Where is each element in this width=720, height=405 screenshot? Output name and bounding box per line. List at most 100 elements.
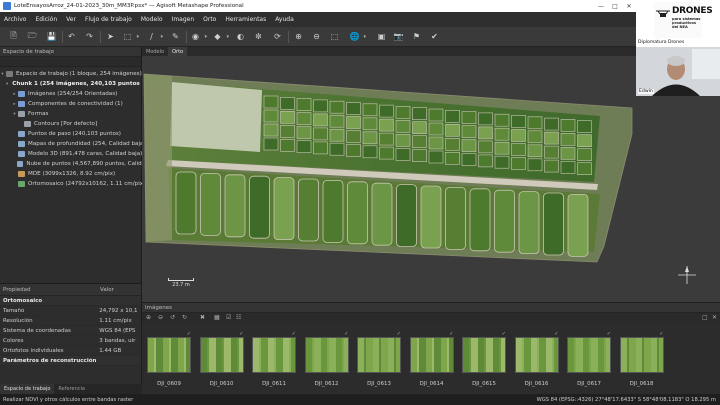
- property-column-header[interactable]: Propiedad: [0, 287, 100, 293]
- thumbnail-image[interactable]: [147, 337, 191, 373]
- rotate-right-icon[interactable]: ↻: [182, 314, 187, 321]
- property-section[interactable]: Ortomosaico: [0, 296, 141, 306]
- menu-imagen[interactable]: Imagen: [172, 16, 195, 23]
- remove-icon[interactable]: ✖: [200, 314, 205, 321]
- thumbnail-image[interactable]: [409, 337, 454, 373]
- close-button[interactable]: ✕: [622, 3, 636, 10]
- presenter-name: Edwin: [638, 89, 654, 94]
- chevron-icon[interactable]: ▾: [6, 82, 8, 87]
- tree-item[interactable]: ▸ Imágenes (254/254 Orientadas): [12, 89, 154, 99]
- tab-modelo[interactable]: Modelo: [142, 47, 168, 56]
- zoom-out-icon[interactable]: ⊖: [311, 31, 322, 42]
- grid-view-icon[interactable]: ▦: [214, 314, 220, 321]
- image-thumbnail[interactable]: ✓ DJI_0615: [462, 331, 506, 387]
- mark-icon[interactable]: ⚑: [411, 31, 422, 42]
- property-row[interactable]: Sistema de coordenadas WGS 84 (EPS: [0, 326, 141, 336]
- tree-item[interactable]: Ortomosaico (24792x10162, 1.11 cm/pix): [12, 179, 154, 189]
- open-folder-icon[interactable]: 🗁: [27, 31, 38, 42]
- image-thumbnail[interactable]: ✓ DJI_0618: [619, 331, 664, 387]
- menu-edicion[interactable]: Edición: [35, 16, 57, 23]
- thumbnail-image[interactable]: [357, 337, 401, 373]
- thumbnail-image[interactable]: [252, 337, 296, 373]
- image-thumbnail[interactable]: ✓ DJI_0610: [199, 331, 244, 387]
- tree-item[interactable]: ▾ Formas: [12, 109, 154, 119]
- color-wheel-icon[interactable]: ✼: [253, 31, 264, 42]
- menu-ver[interactable]: Ver: [66, 16, 76, 23]
- globe-icon[interactable]: 🌐: [349, 31, 366, 42]
- new-file-icon[interactable]: 🗎: [8, 31, 19, 42]
- thumbnail-image[interactable]: [514, 337, 559, 373]
- image-thumbnail[interactable]: ✓ DJI_0612: [304, 331, 349, 387]
- value-column-header[interactable]: Valor: [100, 287, 114, 293]
- menu-flujo-de-trabajo[interactable]: Flujo de trabajo: [85, 16, 132, 23]
- image-thumbnail[interactable]: ✓ DJI_0617: [567, 331, 611, 387]
- chevron-down-icon[interactable]: ▾: [0, 72, 5, 77]
- panel-restore-icon[interactable]: □: [702, 314, 708, 321]
- tree-item[interactable]: Puntos de paso (240,103 puntos): [12, 129, 154, 139]
- tree-item[interactable]: MDE (3099x1326, 8.92 cm/pix): [12, 169, 154, 179]
- save-icon[interactable]: 💾: [46, 31, 57, 42]
- checkbox-icon[interactable]: ☑: [226, 314, 231, 321]
- thumbnail-image[interactable]: [567, 337, 611, 373]
- rotate-left-icon[interactable]: ↺: [170, 314, 175, 321]
- property-row[interactable]: Ortofotos individuales 1.44 GB: [0, 346, 141, 356]
- minimize-button[interactable]: —: [594, 3, 608, 10]
- fullscreen-icon[interactable]: ▣: [376, 31, 387, 42]
- property-section[interactable]: Parámetros de reconstrucción: [0, 356, 141, 366]
- thumbnail-image[interactable]: [462, 337, 506, 373]
- zoom-out-icon[interactable]: ⊖: [158, 314, 163, 321]
- shape-icon[interactable]: ◆: [212, 31, 229, 42]
- image-thumbnail[interactable]: ✓ DJI_0616: [514, 331, 559, 387]
- brush-icon[interactable]: ◉: [190, 31, 207, 42]
- polyline-icon[interactable]: ∕: [146, 31, 163, 42]
- orthomosaic-image[interactable]: [142, 56, 720, 302]
- tree-root[interactable]: ▾ Espacio de trabajo (1 bloque, 254 imág…: [0, 69, 142, 79]
- panel-close-icon[interactable]: ✕: [712, 314, 717, 321]
- menu-modelo[interactable]: Modelo: [141, 16, 163, 23]
- field-plot: [577, 148, 592, 161]
- menu-archivo[interactable]: Archivo: [4, 16, 26, 23]
- tree-item[interactable]: Nube de puntos (4,567,890 puntos, Calida…: [12, 159, 154, 169]
- chevron-icon[interactable]: ▸: [12, 92, 17, 97]
- scale-bar: 23.7 m: [168, 278, 194, 288]
- tree-item[interactable]: Modelo 3D (891,478 caras, Calidad baja): [12, 149, 154, 159]
- thumbnail-image[interactable]: [619, 337, 664, 373]
- chevron-icon[interactable]: ▸: [12, 102, 17, 107]
- property-row[interactable]: Resolución 1.11 cm/pix: [0, 316, 141, 326]
- image-thumbnail[interactable]: ✓ DJI_0614: [409, 331, 454, 387]
- view-mode-icon[interactable]: ☷: [236, 314, 241, 321]
- contrast-icon[interactable]: ◐: [235, 31, 246, 42]
- ruler-icon[interactable]: ✎: [170, 31, 181, 42]
- rotate-icon[interactable]: ⟳: [272, 31, 283, 42]
- reset-view-icon[interactable]: ⬚: [329, 31, 340, 42]
- image-thumbnail[interactable]: ✓ DJI_0613: [357, 331, 401, 387]
- chevron-icon[interactable]: ▾: [12, 112, 17, 117]
- thumbnail-image[interactable]: [304, 337, 349, 373]
- navigation-icon[interactable]: ➤: [105, 31, 116, 42]
- tree-item[interactable]: Mapas de profundidad (254, Calidad baja,…: [12, 139, 154, 149]
- menu-herramientas[interactable]: Herramientas: [225, 16, 266, 23]
- image-thumbnail[interactable]: ✓ DJI_0609: [147, 331, 191, 387]
- tree-item[interactable]: ▸ Componentes de conectividad (1): [12, 99, 154, 109]
- undo-icon[interactable]: ↶: [66, 31, 77, 42]
- tree-item[interactable]: ▾ Chunk 1 (254 imágenes, 240,103 puntos d…: [6, 79, 148, 89]
- field-plot: [296, 98, 312, 111]
- image-thumbnail[interactable]: ✓ DJI_0611: [252, 331, 296, 387]
- tab-referencia[interactable]: Referencia: [54, 386, 89, 392]
- rectangle-select-icon[interactable]: ⬚: [122, 31, 139, 42]
- property-row[interactable]: Colores 3 bandas, uir: [0, 336, 141, 346]
- ortho-viewport[interactable]: 23.7 m: [142, 56, 720, 302]
- menu-orto[interactable]: Orto: [203, 16, 216, 23]
- zoom-in-icon[interactable]: ⊕: [293, 31, 304, 42]
- tab-espacio-de-trabajo[interactable]: Espacio de trabajo: [0, 384, 55, 394]
- camera-icon[interactable]: 📷: [393, 31, 404, 42]
- cursor-pin-icon[interactable]: ✔: [429, 31, 440, 42]
- property-row[interactable]: Tamaño 24,792 x 10,1: [0, 306, 141, 316]
- redo-icon[interactable]: ↷: [84, 31, 95, 42]
- thumbnail-image[interactable]: [199, 337, 244, 373]
- tab-orto[interactable]: Orto: [168, 47, 188, 56]
- menu-ayuda[interactable]: Ayuda: [275, 16, 294, 23]
- maximize-button[interactable]: □: [608, 3, 622, 10]
- tree-item[interactable]: Contours [Por defecto]: [18, 119, 160, 129]
- zoom-in-icon[interactable]: ⊕: [146, 314, 151, 321]
